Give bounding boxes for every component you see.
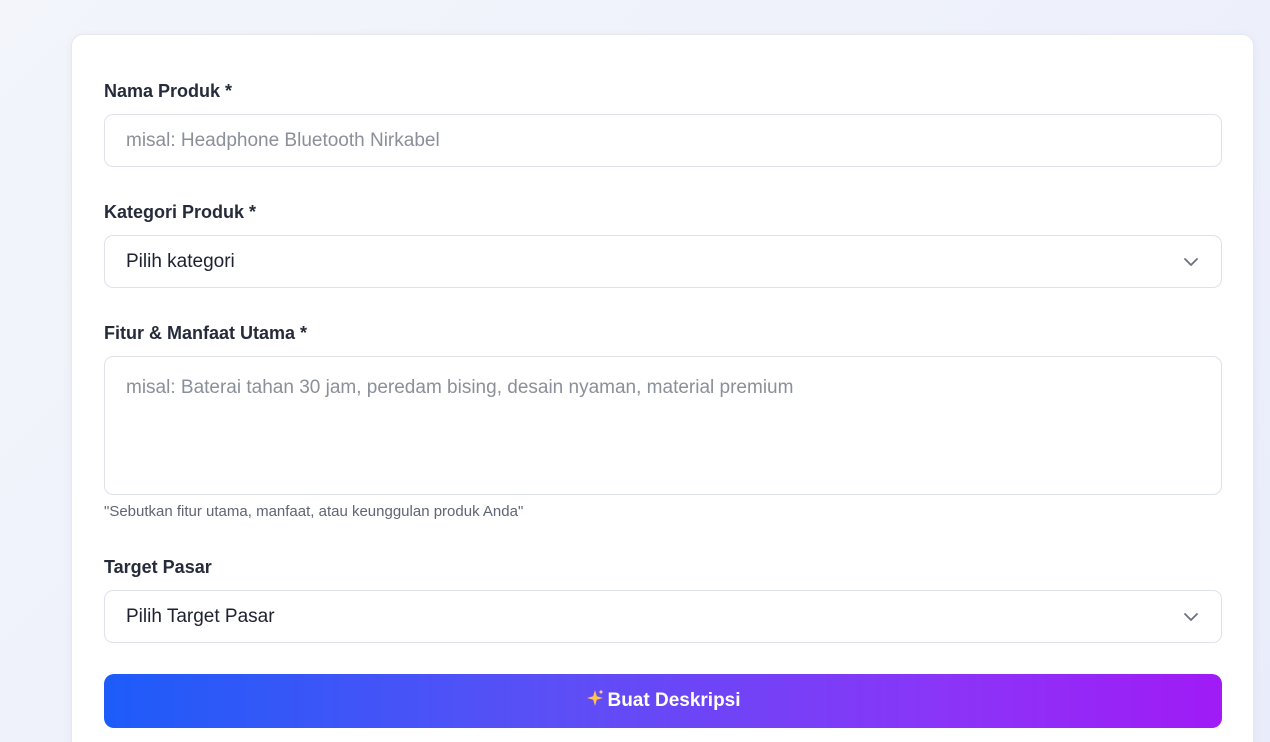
generate-description-button[interactable]: Buat Deskripsi (104, 674, 1222, 728)
category-select[interactable]: Pilih kategori (104, 235, 1222, 288)
generate-description-label: Buat Deskripsi (607, 690, 741, 711)
target-market-select[interactable]: Pilih Target Pasar (104, 590, 1222, 643)
features-hint: "Sebutkan fitur utama, manfaat, atau keu… (104, 503, 524, 520)
category-selected-value: Pilih kategori (126, 250, 235, 272)
product-name-input[interactable]: misal: Headphone Bluetooth Nirkabel (104, 114, 1222, 167)
chevron-down-icon (1182, 253, 1200, 271)
target-market-selected-value: Pilih Target Pasar (126, 605, 275, 627)
features-placeholder: misal: Baterai tahan 30 jam, peredam bis… (126, 377, 794, 398)
product-name-label: Nama Produk * (104, 81, 233, 101)
features-textarea[interactable]: misal: Baterai tahan 30 jam, peredam bis… (104, 356, 1222, 495)
features-label: Fitur & Manfaat Utama * (104, 323, 308, 343)
product-name-placeholder: misal: Headphone Bluetooth Nirkabel (126, 129, 440, 151)
sparkles-icon (585, 688, 605, 714)
target-market-label: Target Pasar (104, 557, 212, 577)
chevron-down-icon (1182, 608, 1200, 626)
category-label: Kategori Produk * (104, 202, 257, 222)
product-form-card: Nama Produk * misal: Headphone Bluetooth… (71, 34, 1254, 742)
